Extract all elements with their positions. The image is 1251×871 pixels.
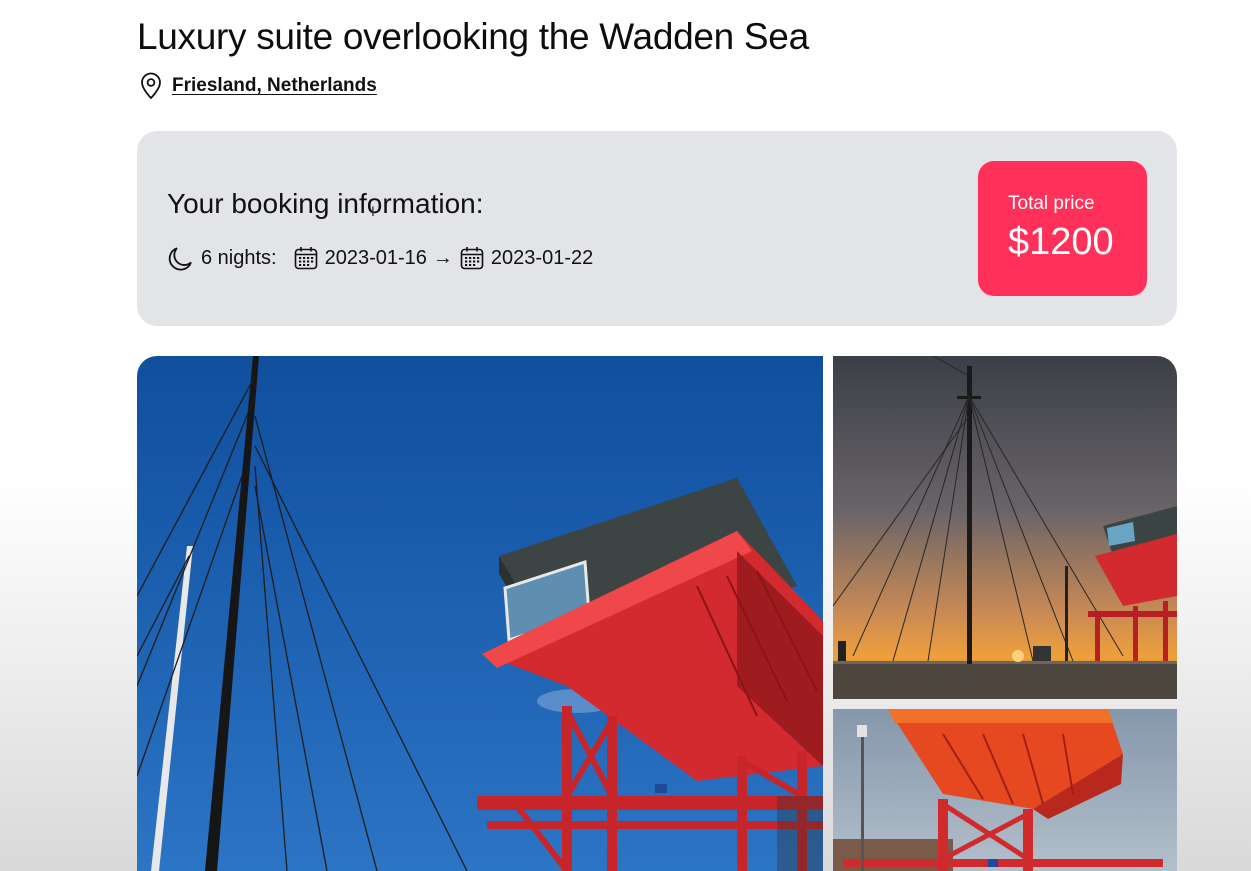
location-link[interactable]: Friesland, Netherlands [138, 72, 377, 100]
location-text[interactable]: Friesland, Netherlands [172, 75, 377, 97]
map-pin-icon [138, 72, 164, 100]
gallery-main-photo[interactable] [137, 356, 823, 871]
gallery-photo-sunset[interactable] [833, 356, 1177, 699]
gallery-photo-red-cabin[interactable] [833, 709, 1177, 871]
total-price-box: Total price $1200 [978, 161, 1147, 296]
listing-page: Luxury suite overlooking the Wadden Sea … [0, 0, 1251, 871]
check-out-date: 2023-01-22 [490, 246, 594, 269]
check-in-date: 2023-01-16 [324, 246, 427, 269]
moon-icon [167, 244, 195, 272]
booking-details: 6 nights: 2023-01-16 → 2023-01-22 [167, 244, 593, 272]
booking-info-card: Your booking information: 6 nights: 2023… [137, 131, 1177, 326]
total-price-value: $1200 [1008, 221, 1114, 263]
booking-heading: Your booking information: [167, 188, 484, 219]
total-price-label: Total price [1008, 193, 1095, 214]
calendar-icon [459, 245, 485, 271]
date-arrow: → [432, 246, 453, 269]
calendar-icon [293, 245, 319, 271]
listing-title: Luxury suite overlooking the Wadden Sea [137, 16, 809, 57]
nights-count: 6 nights: [201, 246, 277, 269]
